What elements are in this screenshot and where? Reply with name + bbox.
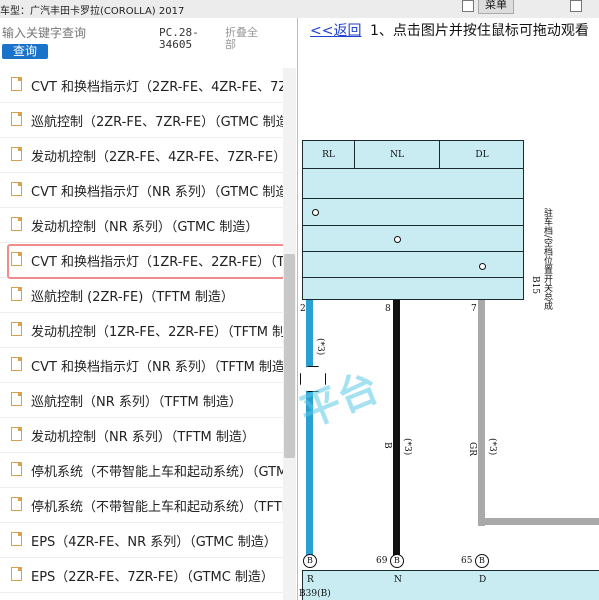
list-item[interactable]: CVT 和换档指示灯（2ZR-FE、4ZR-FE、7ZR-FE） [0,68,283,103]
list-item[interactable]: 巡航控制 (2ZR-FE)（TFTM 制造） [0,278,283,313]
header-rl: RL [303,141,355,169]
list-item-label: 巡航控制（2ZR-FE、7ZR-FE）（GTMC 制造） [31,115,283,130]
document-icon [11,392,22,406]
search-area: 查询 PC.28-34605 折叠全部 [0,18,297,68]
connector-table: RL NL DL [302,140,524,300]
list-item-label: CVT 和换档指示灯（NR 系列）（TFTM 制造） [31,360,283,375]
document-icon [11,567,22,581]
document-icon [11,497,22,511]
document-icon [11,252,22,266]
terminal-number: 69 [376,556,388,566]
list-item[interactable]: CVT 和换档指示灯（NR 系列）（GTMC 制造） [0,173,283,208]
list-item-label: 停机系统（不带智能上车和起动系统）（TFTM） [31,500,283,515]
bottom-letter: D [479,575,487,585]
list-item-label: 停机系统（不带智能上车和起动系统）（GTMC） [31,465,283,480]
terminal-b: B [303,554,317,568]
pin-number: 8 [385,304,391,314]
list-item-label: CVT 和换档指示灯（NR 系列）（GTMC 制造） [31,185,283,200]
header-nl: NL [355,141,440,169]
list-item[interactable]: 停机系统（不带智能上车和起动系统）（TFTM） [0,488,283,523]
table-line [303,198,524,199]
main-header: <<返回 1、点击图片并按住鼠标可拖动观看 [298,18,599,40]
terminal-b: B [390,554,404,568]
document-icon [11,147,22,161]
ecu-connector-block: R N D B39(B) [299,570,599,600]
document-icon [11,462,22,476]
sidebar: 查询 PC.28-34605 折叠全部 CVT 和换档指示灯（2ZR-FE、4Z… [0,18,298,600]
document-list: CVT 和换档指示灯（2ZR-FE、4ZR-FE、7ZR-FE） 巡航控制（2ZR… [0,68,285,600]
list-item-label: 巡航控制 (2ZR-FE)（TFTM 制造） [31,290,234,305]
list-item-label: CVT 和换档指示灯（2ZR-FE、4ZR-FE、7ZR-FE） [31,80,283,95]
car-model-label: 车型：广汽丰田卡罗拉(COROLLA) 2017 [0,6,185,17]
document-code: PC.28-34605 [159,26,199,51]
document-icon [11,77,22,91]
list-item-label: EPS（4ZR-FE、NR 系列）（GTMC 制造） [31,535,277,550]
menu-button[interactable]: 菜单 [478,0,514,14]
wire-black [393,300,400,560]
contact-dot [479,263,486,270]
list-item[interactable]: 发动机控制（NR 系列）（TFTM 制造） [0,418,283,453]
list-item[interactable]: EPS（4ZR-FE、NR 系列）（GTMC 制造） [0,523,283,558]
sidebar-scrollbar[interactable] [283,68,296,600]
list-item-label: 发动机控制（NR 系列）（TFTM 制造） [31,430,255,445]
wire-tag: (*3) [315,338,325,356]
pin-number: 2 [300,304,306,314]
menu-icon[interactable] [462,0,474,12]
list-item[interactable]: CVT 和换档指示灯（NR 系列）（TFTM 制造） [0,348,283,383]
wire-gray-bend [478,518,599,525]
bottom-code: B39(B) [299,589,331,599]
header-dl: DL [440,141,524,169]
list-item-label: 巡航控制（NR 系列）（TFTM 制造） [31,395,242,410]
list-item[interactable]: 发动机控制（NR 系列）（GTMC 制造） [0,208,283,243]
top-bar: 车型：广汽丰田卡罗拉(COROLLA) 2017 菜单 [0,0,599,19]
back-link[interactable]: <<返回 [310,20,361,40]
document-icon [11,217,22,231]
wire-tag: (*3) [402,438,412,456]
wiring-diagram[interactable]: RL NL DL B15 驻车档/空档位置开关总成 2 8 7 (*3) B (… [298,38,599,600]
list-item[interactable]: 巡航控制（NR 系列）（TFTM 制造） [0,383,283,418]
side-label: B15 [530,276,540,295]
main-panel: <<返回 1、点击图片并按住鼠标可拖动观看 RL NL DL B15 驻车档/空… [298,18,599,600]
list-item[interactable]: EPS（2ZR-FE、7ZR-FE）（GTMC 制造） [0,558,283,593]
list-item[interactable]: CVT 和换档指示灯（1ZR-FE、2ZR-FE）（TFTM） [0,243,285,279]
terminal-b: B [475,554,489,568]
list-item-label: 发动机控制（1ZR-FE、2ZR-FE）（TFTM 制造） [31,325,283,340]
bottom-letter: N [394,575,402,585]
list-item-label: 发动机控制（NR 系列）（GTMC 制造） [31,220,259,235]
pin-number: 7 [471,304,477,314]
list-item[interactable]: 发动机控制（2ZR-FE、4ZR-FE、7ZR-FE） [0,138,283,173]
document-icon [11,182,22,196]
collapse-all-button[interactable]: 折叠全部 [225,27,265,51]
contact-dot [312,209,319,216]
table-line [303,277,524,278]
wire-gray [478,300,485,526]
document-icon [11,532,22,546]
list-item-label: CVT 和换档指示灯（1ZR-FE、2ZR-FE）（TFTM） [31,255,283,270]
toolbar-icon[interactable] [570,0,582,12]
list-item[interactable]: 停机系统（不带智能上车和起动系统）（GTMC） [0,453,283,488]
document-icon [11,357,22,371]
list-item[interactable]: 巡航控制（2ZR-FE、7ZR-FE）（GTMC 制造） [0,103,283,138]
list-item-label: 发动机控制（2ZR-FE、4ZR-FE、7ZR-FE） [31,150,283,165]
wire-color-label: B [382,442,392,449]
document-icon [11,112,22,126]
wire-color-label: GR [467,442,477,456]
search-input[interactable] [2,24,152,42]
document-icon [11,427,22,441]
table-line [303,251,524,252]
instruction-text: 1、点击图片并按住鼠标可拖动观看 [370,23,589,39]
document-icon [11,322,22,336]
bottom-letter: R [307,575,314,585]
table-line [303,225,524,226]
list-item-label: EPS（2ZR-FE、7ZR-FE）（GTMC 制造） [31,570,274,585]
scrollbar-thumb[interactable] [284,254,295,458]
contact-dot [394,236,401,243]
document-icon [11,287,22,301]
list-item[interactable]: EPS（1ZR-FE、NR 系列）（TFTM 制造） [0,593,283,600]
side-caption: 驻车档/空档位置开关总成 [542,208,552,311]
terminal-number: 65 [461,556,473,566]
search-button[interactable]: 查询 [2,44,48,59]
list-item[interactable]: 发动机控制（1ZR-FE、2ZR-FE）（TFTM 制造） [0,313,283,348]
wire-tag: (*3) [487,438,497,456]
